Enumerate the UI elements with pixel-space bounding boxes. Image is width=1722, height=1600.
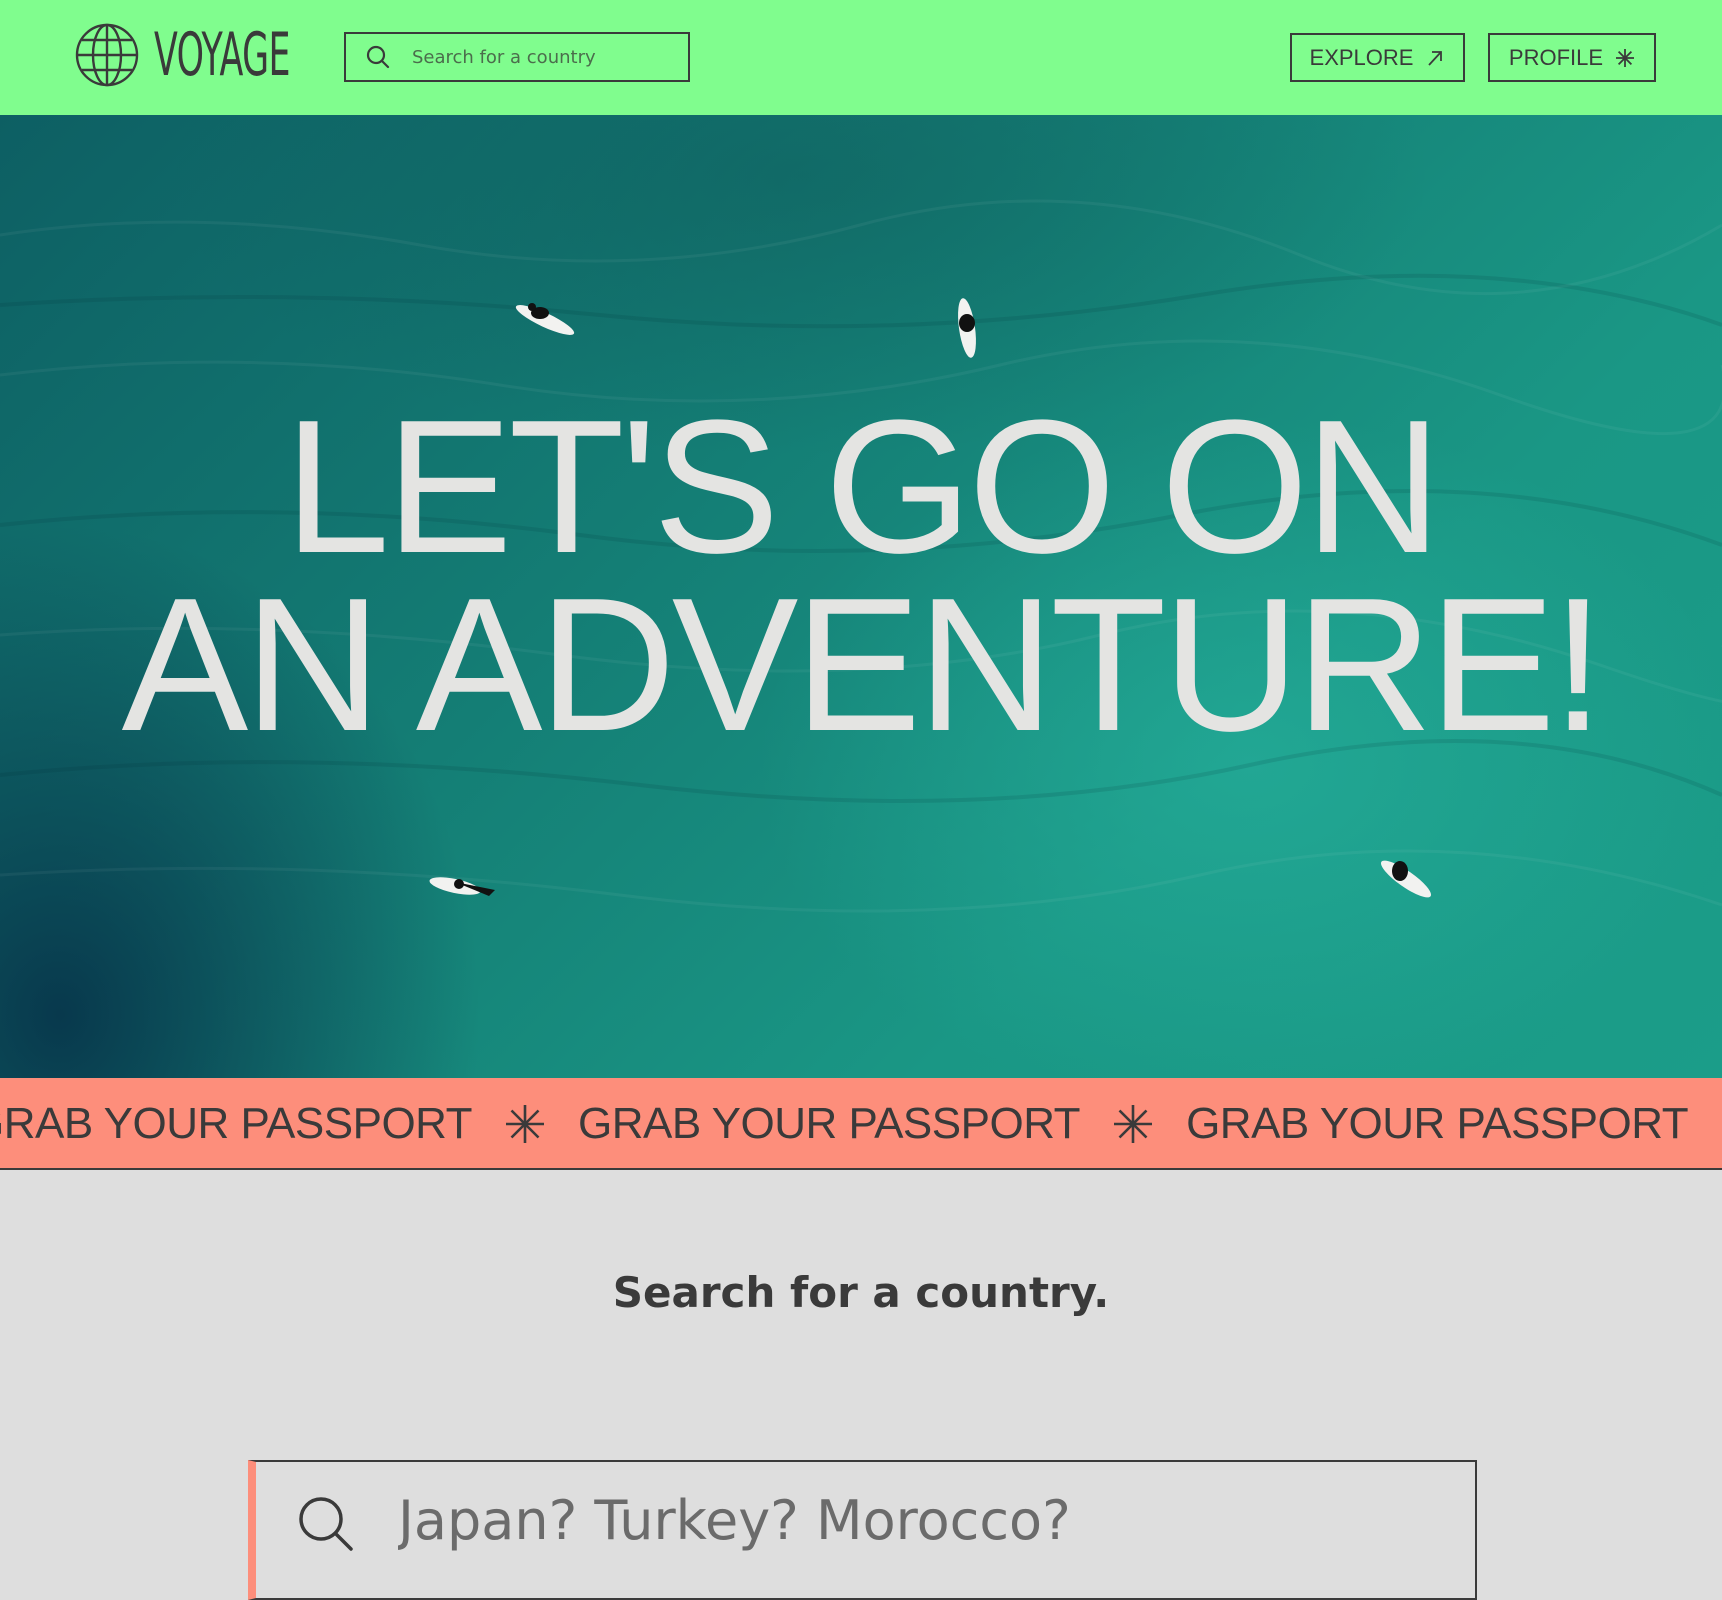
surfer-4 [1381,860,1431,898]
explore-label: EXPLORE [1309,44,1414,70]
brand-name: VOYAGE [154,20,290,90]
marquee-track: GRAB YOUR PASSPORT GRAB YOUR PASSPORT GR… [0,1078,1689,1168]
header-search[interactable] [344,32,690,82]
globe-icon [75,23,139,87]
arrow-up-right-icon [1428,50,1443,66]
marquee-item: GRAB YOUR PASSPORT [578,1099,1081,1148]
hero-banner: LET'S GO ON AN ADVENTURE! [0,115,1722,1078]
search-heading: Search for a country. [612,1268,1110,1317]
country-search[interactable] [248,1460,1477,1600]
profile-label: PROFILE [1508,44,1604,70]
marquee-item: GRAB YOUR PASSPORT [1186,1099,1689,1148]
surfer-3 [429,877,495,896]
hero-title-line-2: AN ADVENTURE! [121,559,1605,771]
passport-marquee: GRAB YOUR PASSPORT GRAB YOUR PASSPORT GR… [0,1078,1722,1170]
profile-button[interactable]: PROFILE [1488,33,1656,82]
surfer-2 [958,298,976,358]
asterisk-icon [506,1105,545,1143]
explore-button[interactable]: EXPLORE [1290,33,1465,82]
hero-title-line-1: LET'S GO ON [284,381,1442,593]
country-search-input[interactable] [396,1488,1400,1553]
marquee-item: GRAB YOUR PASSPORT [0,1099,473,1148]
header-search-input[interactable] [410,45,674,69]
search-icon [299,1497,353,1551]
search-icon [366,45,390,69]
asterisk-icon [1114,1105,1153,1143]
asterisk-icon [1616,48,1635,67]
hero-title: LET'S GO ON AN ADVENTURE! [0,381,1722,771]
site-header: VOYAGE EXPLORE PROFILE [0,0,1722,115]
logo[interactable]: VOYAGE [74,22,388,88]
surfer-1 [515,303,575,335]
